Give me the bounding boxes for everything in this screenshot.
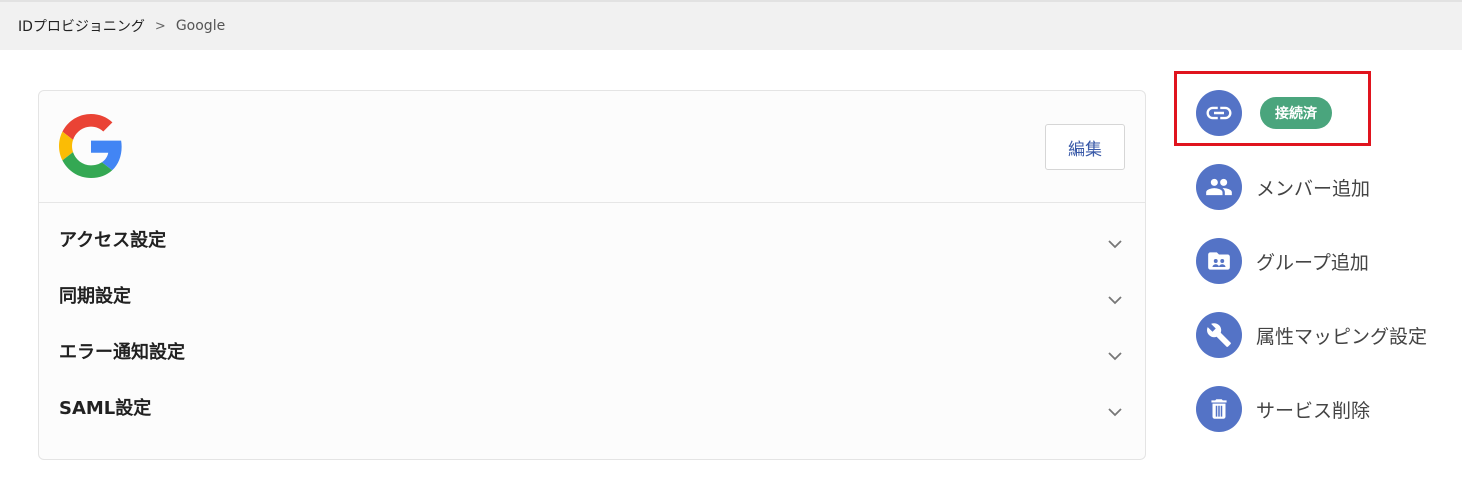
add-member-label: メンバー追加	[1256, 177, 1371, 200]
chevron-down-icon[interactable]	[1107, 404, 1123, 420]
card-header: 編集	[39, 91, 1145, 203]
breadcrumb: IDプロビジョニング > Google	[0, 0, 1462, 50]
delete-service-label: サービス削除	[1256, 399, 1371, 422]
add-member-button[interactable]: メンバー追加	[1196, 164, 1462, 210]
google-logo-icon	[59, 114, 122, 178]
users-icon	[1196, 164, 1242, 210]
section-error-notification-settings[interactable]: エラー通知設定	[39, 338, 1145, 378]
link-icon[interactable]	[1196, 90, 1242, 136]
attribute-mapping-button[interactable]: 属性マッピング設定	[1196, 312, 1462, 358]
group-folder-icon	[1196, 238, 1242, 284]
section-title: エラー通知設定	[59, 342, 185, 363]
section-title: 同期設定	[59, 286, 131, 307]
attribute-mapping-label: 属性マッピング設定	[1256, 325, 1428, 348]
add-group-button[interactable]: グループ追加	[1196, 238, 1462, 284]
breadcrumb-current: Google	[175, 18, 226, 34]
section-title: アクセス設定	[59, 230, 167, 251]
edit-button[interactable]: 編集	[1045, 124, 1125, 170]
breadcrumb-separator: >	[154, 18, 166, 34]
chevron-down-icon[interactable]	[1107, 348, 1123, 364]
trash-icon	[1196, 386, 1242, 432]
chevron-down-icon[interactable]	[1107, 236, 1123, 252]
section-title: SAML設定	[59, 398, 152, 419]
add-group-label: グループ追加	[1256, 251, 1369, 274]
wrench-icon	[1196, 312, 1242, 358]
connected-status-badge: 接続済	[1260, 97, 1332, 129]
delete-service-button[interactable]: サービス削除	[1196, 386, 1462, 432]
service-card: 編集 アクセス設定 同期設定 エラー通知設定 SAML設定	[38, 90, 1146, 460]
connection-status[interactable]: 接続済	[1196, 90, 1462, 136]
breadcrumb-root-link[interactable]: IDプロビジョニング	[18, 16, 145, 36]
section-sync-settings[interactable]: 同期設定	[39, 282, 1145, 322]
section-saml-settings[interactable]: SAML設定	[39, 394, 1145, 434]
chevron-down-icon[interactable]	[1107, 292, 1123, 308]
section-access-settings[interactable]: アクセス設定	[39, 226, 1145, 266]
